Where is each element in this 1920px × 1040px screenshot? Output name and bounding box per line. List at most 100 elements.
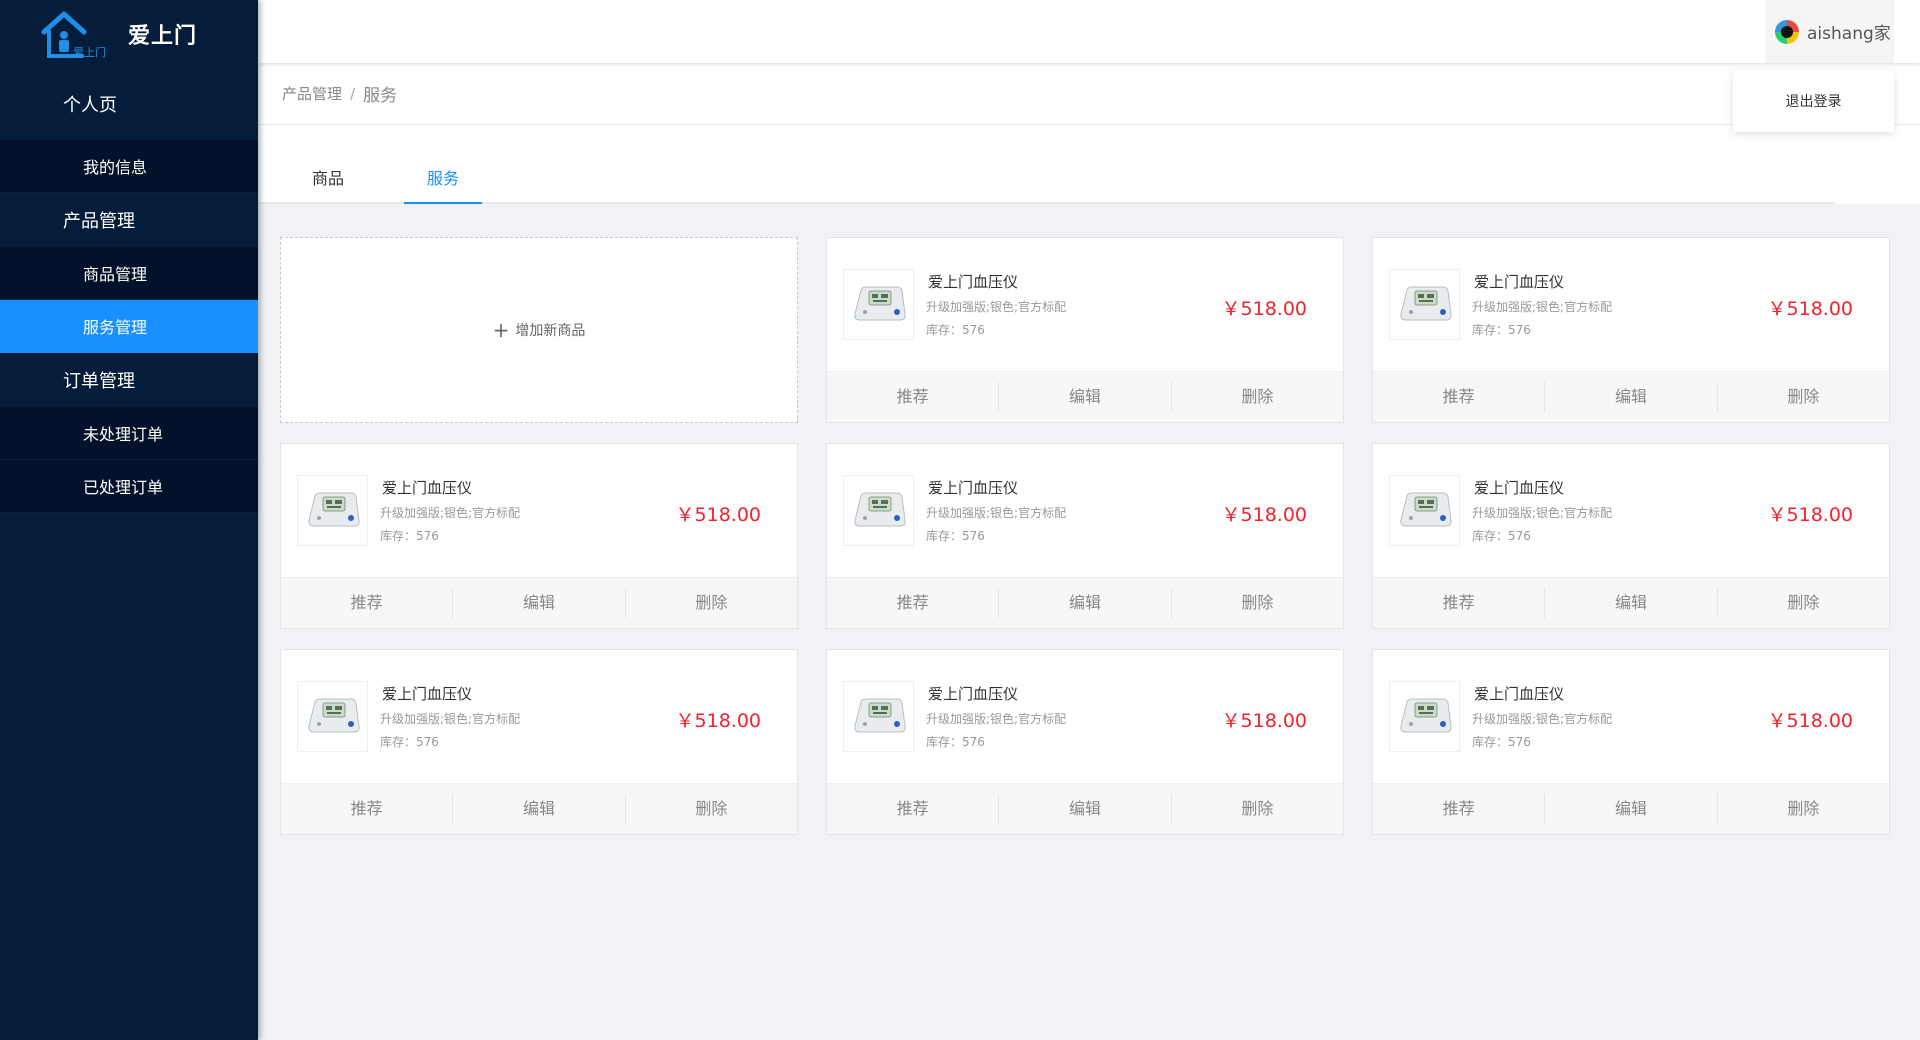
blood-pressure-monitor-icon: [853, 698, 906, 733]
delete-button[interactable]: 删除: [1172, 382, 1343, 412]
avatar: [1775, 19, 1799, 44]
recommend-button[interactable]: 推荐: [281, 587, 454, 618]
product-actions: 推荐 编辑 删除: [1373, 370, 1889, 422]
delete-button[interactable]: 删除: [1718, 794, 1889, 824]
product-card-body: 爱上门血压仪 升级加强版;银色;官方标配 库存：576 ￥518.00: [281, 650, 797, 783]
product-actions: 推荐 编辑 删除: [281, 782, 797, 834]
product-stock: 库存：576: [380, 734, 439, 749]
blood-pressure-monitor-icon: [307, 698, 360, 733]
add-product-label: 增加新商品: [515, 323, 586, 339]
product-thumbnail[interactable]: [843, 474, 914, 546]
breadcrumb-parent[interactable]: 产品管理: [282, 83, 342, 104]
edit-button[interactable]: 编辑: [1545, 793, 1718, 824]
product-actions: 推荐 编辑 删除: [1373, 576, 1889, 628]
breadcrumb-separator: /: [350, 84, 356, 103]
product-actions: 推荐 编辑 删除: [827, 782, 1343, 834]
product-thumbnail[interactable]: [297, 680, 368, 752]
tabs-bar: 商品 服务: [258, 125, 1920, 204]
product-grid: + 增加新商品 爱上门血压仪 升级加强版;银色;官方标配 库存：576 ￥518…: [280, 237, 1890, 835]
recommend-button[interactable]: 推荐: [827, 381, 1000, 412]
sidebar-item-processed-orders[interactable]: 已处理订单: [0, 460, 258, 513]
recommend-button[interactable]: 推荐: [827, 587, 1000, 618]
product-name: 爱上门血压仪: [928, 272, 1019, 291]
product-card: 爱上门血压仪 升级加强版;银色;官方标配 库存：576 ￥518.00 推荐 编…: [1372, 443, 1890, 629]
product-thumbnail[interactable]: [843, 680, 914, 752]
sidebar-group-orders[interactable]: 订单管理: [0, 353, 258, 407]
product-info: 爱上门血压仪 升级加强版;银色;官方标配 库存：576: [1472, 683, 1612, 750]
edit-button[interactable]: 编辑: [999, 587, 1172, 618]
user-menu[interactable]: aishang家: [1765, 0, 1894, 63]
product-info: 爱上门血压仪 升级加强版;银色;官方标配 库存：576: [380, 477, 520, 544]
product-info: 爱上门血压仪 升级加强版;银色;官方标配 库存：576: [380, 683, 520, 750]
blood-pressure-monitor-icon: [1399, 698, 1452, 733]
delete-button[interactable]: 删除: [626, 794, 797, 824]
edit-button[interactable]: 编辑: [999, 793, 1172, 824]
product-price: ￥518.00: [1767, 504, 1853, 526]
breadcrumb-current: 服务: [363, 86, 398, 106]
sidebar-item-services[interactable]: 服务管理: [0, 300, 258, 353]
sidebar-item-my-info[interactable]: 我的信息: [0, 140, 258, 193]
product-card-body: 爱上门血压仪 升级加强版;银色;官方标配 库存：576 ￥518.00: [827, 238, 1343, 371]
delete-button[interactable]: 删除: [1718, 588, 1889, 618]
product-thumbnail[interactable]: [1389, 680, 1460, 752]
product-card-body: 爱上门血压仪 升级加强版;银色;官方标配 库存：576 ￥518.00: [1373, 238, 1889, 371]
sidebar-item-pending-orders[interactable]: 未处理订单: [0, 407, 258, 460]
delete-button[interactable]: 删除: [1172, 588, 1343, 618]
product-description: 升级加强版;银色;官方标配: [380, 711, 521, 726]
product-price: ￥518.00: [675, 504, 761, 526]
product-card-body: 爱上门血压仪 升级加强版;银色;官方标配 库存：576 ￥518.00: [1373, 650, 1889, 783]
sidebar-group-product[interactable]: 产品管理: [0, 193, 258, 247]
product-card-body: 爱上门血压仪 升级加强版;银色;官方标配 库存：576 ￥518.00: [827, 444, 1343, 577]
edit-button[interactable]: 编辑: [453, 793, 626, 824]
edit-button[interactable]: 编辑: [1545, 587, 1718, 618]
add-product-button[interactable]: + 增加新商品: [280, 237, 798, 423]
product-stock: 库存：576: [1472, 528, 1531, 543]
recommend-button[interactable]: 推荐: [1373, 793, 1546, 824]
product-info: 爱上门血压仪 升级加强版;银色;官方标配 库存：576: [926, 477, 1066, 544]
product-info: 爱上门血压仪 升级加强版;银色;官方标配 库存：576: [1472, 477, 1612, 544]
recommend-button[interactable]: 推荐: [281, 793, 454, 824]
delete-button[interactable]: 删除: [626, 588, 797, 618]
delete-button[interactable]: 删除: [1172, 794, 1343, 824]
product-stock: 库存：576: [926, 322, 985, 337]
product-price: ￥518.00: [1767, 298, 1853, 320]
sidebar-group-personal[interactable]: 个人页: [0, 68, 258, 140]
breadcrumb: 产品管理 / 服务: [258, 63, 1920, 125]
delete-button[interactable]: 删除: [1718, 382, 1889, 412]
product-card: 爱上门血压仪 升级加强版;银色;官方标配 库存：576 ￥518.00 推荐 编…: [1372, 649, 1890, 835]
product-thumbnail[interactable]: [297, 474, 368, 546]
brand-logo[interactable]: 爱上门 爱上门: [0, 0, 258, 68]
sidebar-item-goods[interactable]: 商品管理: [0, 247, 258, 300]
edit-button[interactable]: 编辑: [1545, 381, 1718, 412]
edit-button[interactable]: 编辑: [453, 587, 626, 618]
blood-pressure-monitor-icon: [1399, 286, 1452, 321]
blood-pressure-monitor-icon: [853, 492, 906, 527]
product-name: 爱上门血压仪: [928, 478, 1019, 497]
house-logo-icon: 爱上门: [40, 8, 116, 60]
product-price: ￥518.00: [1767, 710, 1853, 732]
product-stock: 库存：576: [1472, 734, 1531, 749]
product-price: ￥518.00: [1221, 504, 1307, 526]
product-description: 升级加强版;银色;官方标配: [926, 711, 1067, 726]
product-description: 升级加强版;银色;官方标配: [926, 505, 1067, 520]
top-header: aishang家: [258, 0, 1920, 63]
edit-button[interactable]: 编辑: [999, 381, 1172, 412]
recommend-button[interactable]: 推荐: [827, 793, 1000, 824]
product-stock: 库存：576: [380, 528, 439, 543]
sidebar: 爱上门 爱上门 个人页 我的信息 产品管理 商品管理 服务管理 订单管理 未处理…: [0, 0, 258, 1040]
product-name: 爱上门血压仪: [1474, 272, 1565, 291]
recommend-button[interactable]: 推荐: [1373, 587, 1546, 618]
product-thumbnail[interactable]: [843, 268, 914, 340]
product-card-body: 爱上门血压仪 升级加强版;银色;官方标配 库存：576 ￥518.00: [1373, 444, 1889, 577]
tab-goods[interactable]: 商品: [298, 165, 358, 204]
product-actions: 推荐 编辑 删除: [827, 576, 1343, 628]
product-thumbnail[interactable]: [1389, 474, 1460, 546]
recommend-button[interactable]: 推荐: [1373, 381, 1546, 412]
plus-icon: +: [492, 318, 510, 342]
product-thumbnail[interactable]: [1389, 268, 1460, 340]
product-actions: 推荐 编辑 删除: [827, 370, 1343, 422]
product-card-body: 爱上门血压仪 升级加强版;银色;官方标配 库存：576 ￥518.00: [281, 444, 797, 577]
tab-services[interactable]: 服务: [404, 165, 482, 204]
logout-menu-item[interactable]: 退出登录: [1733, 70, 1894, 132]
product-card: 爱上门血压仪 升级加强版;银色;官方标配 库存：576 ￥518.00 推荐 编…: [1372, 237, 1890, 423]
